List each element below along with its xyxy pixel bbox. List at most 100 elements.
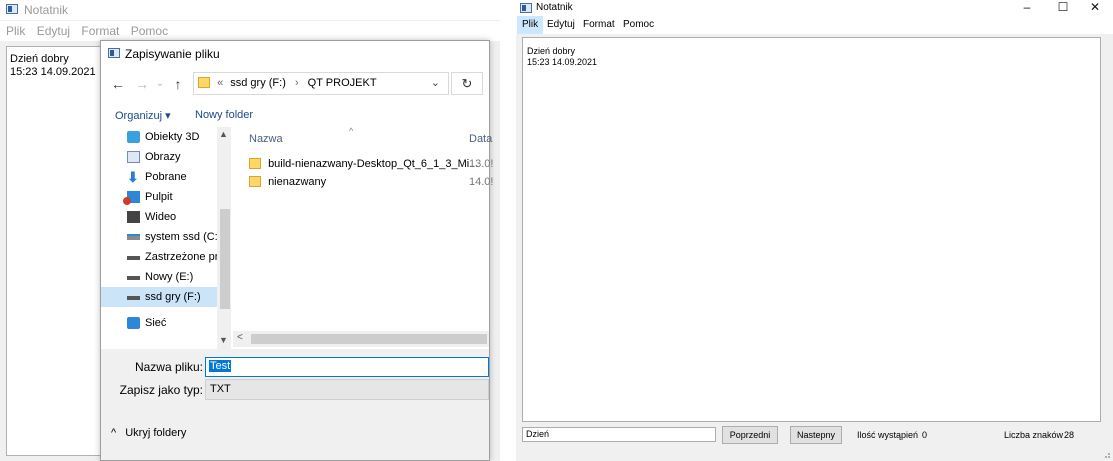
left-menu-plik[interactable]: Plik: [6, 24, 25, 38]
save-options-area: Nazwa pliku: Test Zapisz jako typ: TXT ^…: [101, 349, 489, 460]
menu-pomoc[interactable]: Pomoc: [618, 16, 659, 34]
previous-button[interactable]: Poprzedni: [722, 426, 778, 444]
file-name: build-nienazwany-Desktop_Qt_6_1_3_Mi...: [268, 158, 479, 170]
file-row[interactable]: build-nienazwany-Desktop_Qt_6_1_3_Mi...: [249, 155, 478, 173]
scroll-up-icon[interactable]: ▲: [219, 129, 228, 139]
nav-item-network[interactable]: Sieć: [101, 313, 217, 333]
nav-item-label: Nowy (E:): [145, 271, 194, 283]
char-count-label: Liczba znaków: [1004, 430, 1064, 440]
horizontal-scroll-thumb[interactable]: [251, 334, 487, 344]
left-menu-pomoc[interactable]: Pomoc: [131, 24, 168, 38]
address-dropdown-icon[interactable]: ⌄: [431, 73, 440, 94]
refresh-button[interactable]: ↻: [451, 72, 483, 95]
address-bar[interactable]: « ssd gry (F:) › QT PROJEKT ⌄: [193, 72, 449, 95]
address-row: ← → ⌄ ↑ « ssd gry (F:) › QT PROJEKT ⌄ ↻: [101, 67, 489, 101]
right-menu-bar: Plik Edytuj Format Pomoc: [516, 16, 1113, 34]
recent-dropdown-icon[interactable]: ⌄: [151, 74, 169, 94]
breadcrumb-folder[interactable]: QT PROJEKT: [308, 77, 377, 89]
column-date-header[interactable]: Data: [469, 133, 492, 145]
up-arrow-icon[interactable]: ↑: [169, 74, 187, 94]
search-value: Dzień: [526, 429, 550, 439]
folder-icon: [249, 176, 261, 187]
left-text-editor[interactable]: Dzień dobry 15:23 14.09.2021: [6, 46, 102, 456]
occurrences-value: 0: [922, 430, 928, 440]
nav-scroll-thumb[interactable]: [220, 209, 230, 309]
back-arrow-icon[interactable]: ←: [109, 74, 127, 94]
save-file-dialog: Zapisywanie pliku ← → ⌄ ↑ « ssd gry (F:)…: [100, 40, 493, 461]
occurrences-label: Ilość wystąpień: [857, 430, 919, 440]
menu-edytuj[interactable]: Edytuj: [542, 16, 580, 34]
nav-item-label: Zastrzeżone prze: [145, 251, 217, 263]
nav-item-reserved[interactable]: Zastrzeżone prze: [101, 247, 217, 267]
menu-format[interactable]: Format: [578, 16, 620, 34]
file-name: nienazwany: [268, 176, 327, 188]
nav-item-system-ssd[interactable]: system ssd (C:): [101, 227, 217, 247]
maximize-button[interactable]: ☐: [1045, 0, 1081, 16]
notepad-app-icon: [520, 3, 532, 13]
dialog-toolbar: Organizuj ▾ Nowy folder: [101, 103, 489, 127]
hide-folders-button[interactable]: ^ Ukryj foldery: [111, 427, 186, 439]
nav-item-downloads[interactable]: ⬇ Pobrane: [101, 167, 217, 187]
hide-folders-label: Ukryj foldery: [125, 427, 187, 439]
nav-item-pictures[interactable]: Obrazy: [101, 147, 217, 167]
files-horizontal-scrollbar[interactable]: <: [233, 331, 489, 347]
nav-item-label: Pulpit: [145, 191, 173, 203]
nav-item-label: Obrazy: [145, 151, 181, 163]
windows-drive-icon: [127, 234, 140, 240]
nav-item-label: Pobrane: [145, 171, 187, 183]
download-arrow-icon: ⬇: [127, 169, 139, 185]
folder-icon: [198, 77, 210, 88]
scroll-down-icon[interactable]: ▼: [219, 335, 228, 345]
refresh-icon: ↻: [461, 76, 473, 91]
nav-item-label: ssd gry (F:): [145, 291, 201, 303]
filename-input[interactable]: Test: [205, 357, 489, 377]
editor-line: Dzień dobry: [527, 46, 576, 56]
minimize-button[interactable]: –: [1009, 0, 1045, 16]
next-button[interactable]: Nastepny: [790, 426, 842, 444]
left-menu-format[interactable]: Format: [81, 24, 119, 38]
cube-3d-icon: [127, 131, 140, 143]
nav-item-ssd-gry[interactable]: ssd gry (F:): [101, 287, 217, 307]
menu-plik[interactable]: Plik: [517, 16, 544, 34]
resize-grip-icon[interactable]: [1101, 449, 1111, 459]
forward-arrow-icon[interactable]: →: [133, 74, 151, 94]
chevron-up-icon: ^: [111, 427, 117, 439]
scroll-left-icon[interactable]: <: [237, 332, 243, 343]
filename-label: Nazwa pliku:: [134, 360, 203, 374]
nav-item-3d-objects[interactable]: Obiekty 3D: [101, 127, 217, 147]
right-window-title: Notatnik: [536, 2, 573, 13]
close-button[interactable]: ✕: [1077, 0, 1113, 16]
file-list: Nazwa ^ Data build-nienazwany-Desktop_Qt…: [233, 126, 493, 349]
search-input[interactable]: Dzień: [522, 427, 716, 442]
drive-icon: [127, 276, 140, 280]
nav-item-videos[interactable]: Wideo: [101, 207, 217, 227]
left-title-bar: Notatnik: [0, 0, 500, 20]
dialog-app-icon: [108, 48, 120, 58]
nav-item-label: Sieć: [145, 317, 167, 329]
notepad-app-icon: [6, 4, 18, 14]
column-name-header[interactable]: Nazwa: [249, 133, 283, 145]
filetype-select[interactable]: TXT: [205, 379, 489, 400]
sort-up-icon: ^: [349, 126, 354, 136]
file-row[interactable]: nienazwany: [249, 173, 326, 191]
filetype-value: TXT: [210, 383, 231, 395]
file-date: 14.0!: [469, 176, 494, 188]
organize-button[interactable]: Organizuj ▾: [115, 109, 171, 122]
nav-item-label: Obiekty 3D: [145, 131, 200, 143]
nav-item-desktop[interactable]: Pulpit: [101, 187, 217, 207]
breadcrumb-drive[interactable]: ssd gry (F:): [230, 77, 286, 89]
left-window-title: Notatnik: [24, 3, 69, 17]
video-icon: [127, 211, 140, 223]
dialog-title-bar: Zapisywanie pliku: [101, 41, 489, 67]
left-menu-edytuj[interactable]: Edytuj: [37, 24, 70, 38]
filename-value: Test: [209, 360, 232, 372]
nav-item-nowy[interactable]: Nowy (E:): [101, 267, 217, 287]
error-badge-icon: [123, 197, 131, 205]
breadcrumb-separator: ›: [294, 77, 299, 89]
folder-icon: [249, 158, 261, 169]
filetype-label: Zapisz jako typ:: [119, 383, 203, 397]
breadcrumb-overflow[interactable]: «: [217, 77, 223, 89]
drive-icon: [127, 296, 140, 300]
new-folder-button[interactable]: Nowy folder: [195, 109, 253, 121]
right-text-editor[interactable]: Dzień dobry 15:23 14.09.2021: [522, 37, 1101, 422]
